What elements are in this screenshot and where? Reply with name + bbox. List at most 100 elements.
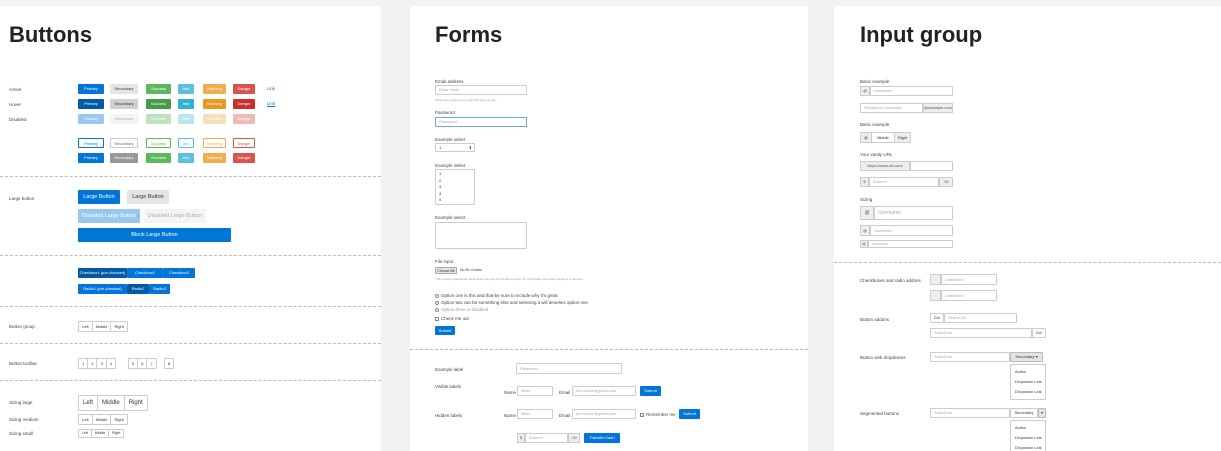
name-input[interactable]: Miles [517,386,553,396]
segmented-secondary-button[interactable]: Secondary [1010,408,1038,418]
success-button-2[interactable]: Success [146,153,171,163]
toolbar-button[interactable]: 6 [138,359,148,368]
radio-username-input[interactable]: Username [941,290,997,301]
danger-button-2[interactable]: Danger [233,153,255,163]
small-right-button[interactable]: Right [109,430,123,437]
warning-outline-button[interactable]: Warning [203,138,226,148]
small-middle-button[interactable]: Middle [92,430,110,437]
toolbar-button[interactable]: 2 [88,359,98,368]
multi-select[interactable]: 1 2 3 4 5 [435,169,475,205]
warning-button[interactable]: Warning [203,84,226,94]
transfer-cash-button[interactable]: Transfer Cash [584,433,620,443]
username-input-small[interactable]: Username [868,240,953,248]
amount-input[interactable]: Amount [525,433,568,443]
checkbox-button-1[interactable]: Checkbox1 (pre-checked) [78,268,127,278]
group-right-button[interactable]: Right [111,322,126,331]
warning-button-2[interactable]: Warning [203,153,226,163]
checkbox-button-3[interactable]: Checkbox3 [163,268,195,278]
radio-option-1[interactable]: Option one is this and that-be sure to i… [435,293,558,298]
toolbar-button[interactable]: 1 [79,359,89,368]
info-hover-button[interactable]: Info [178,99,194,109]
menu-item-link[interactable]: Dropdown Link [1011,433,1045,443]
secondary-dropdown-button[interactable]: Secondary ▾ [1010,352,1043,362]
password-input[interactable]: Password [435,117,527,127]
username-input-large[interactable]: Username [874,206,953,220]
caret-down-icon[interactable]: ▾ [1038,408,1046,418]
menu-item-action[interactable]: Action [1011,423,1045,433]
email-input-inline[interactable]: ed.morton@gmail.com [572,386,636,396]
success-outline-button[interactable]: Success [146,138,171,148]
large-right-button[interactable]: Right [125,396,147,410]
checkbox-username-input[interactable]: Username [941,274,997,285]
toolbar-button[interactable]: 7 [147,359,155,368]
secondary-button[interactable]: Secondary [110,84,138,94]
large-middle-button[interactable]: Middle [98,396,125,410]
toolbar-button[interactable]: 8 [165,359,173,368]
menu-item-link[interactable]: Dropdown Link [1011,377,1045,387]
segmented-search-input[interactable]: Search for [930,408,1010,418]
menu-item-action[interactable]: Action [1011,367,1045,377]
radio-option-2[interactable]: Option two can be something else and sel… [435,300,588,305]
amount-input[interactable]: Amount [869,177,939,187]
radio-addon[interactable] [930,290,941,301]
name-input-hidden[interactable]: Miles [517,409,553,419]
go-button[interactable]: Go! [930,313,944,323]
primary-button[interactable]: Primary [78,84,104,94]
choose-file-button[interactable]: Choose file [435,267,457,274]
vanity-url-input[interactable] [910,161,953,171]
search-dropdown-input[interactable]: Search for [930,352,1010,362]
medium-left-button[interactable]: Left [79,415,93,424]
secondary-hover-button[interactable]: Secondary [110,99,138,109]
submit-button[interactable]: Submit [435,326,455,335]
info-button[interactable]: Info [178,84,194,94]
submit-button-hidden[interactable]: Submit [679,409,700,419]
medium-right-button[interactable]: Right [111,415,126,424]
secondary-button-2[interactable]: Secondary [110,153,138,163]
menu-item-link[interactable]: Dropdown Link [1011,443,1045,451]
block-large-button[interactable]: Block Large Button [78,228,231,242]
check-me-out[interactable]: Check me out [435,316,469,321]
large-secondary-button[interactable]: Large Button [127,190,169,204]
success-button[interactable]: Success [146,84,171,94]
example-table-input[interactable]: Password [516,363,622,374]
go-button-2[interactable]: Go! [1032,328,1046,338]
email-input[interactable]: Enter email [435,85,527,95]
toolbar-button[interactable]: 4 [107,359,115,368]
link-button[interactable]: Link [264,84,278,94]
group-middle-button[interactable]: Middle [93,322,112,331]
toolbar-button[interactable]: 3 [97,359,107,368]
example-select[interactable]: 1 ⬍ [435,143,475,152]
primary-button-2[interactable]: Primary [78,153,104,163]
remember-me-checkbox[interactable]: Remember me [640,412,676,417]
example-textarea[interactable] [435,222,527,249]
checkbox-addon[interactable] [930,274,941,285]
search-input-2[interactable]: Search for [930,328,1032,338]
search-input[interactable]: Search for [944,313,1017,323]
primary-outline-button[interactable]: Primary [78,138,104,148]
secondary-outline-button[interactable]: Secondary [110,138,138,148]
group-left-button[interactable]: Left [79,322,93,331]
username-input-medium[interactable]: Username [870,225,953,236]
menu-item-link[interactable]: Dropdown Link [1011,387,1045,397]
email-input-hidden[interactable]: ed.morton@gmail.com [572,409,636,419]
danger-outline-button[interactable]: Danger [233,138,255,148]
radio-button-2[interactable]: Radio2 [127,284,149,294]
large-primary-button[interactable]: Large Button [78,190,120,204]
recipient-input[interactable]: Recipient's username [860,103,923,113]
danger-button[interactable]: Danger [233,84,255,94]
username-input[interactable]: Username [870,86,953,96]
submit-button-visible[interactable]: Submit [640,386,661,396]
link-hover-button[interactable]: Link [264,99,278,109]
toolbar-button[interactable]: 5 [129,359,139,368]
info-outline-button[interactable]: Info [178,138,194,148]
warning-hover-button[interactable]: Warning [203,99,226,109]
success-hover-button[interactable]: Success [146,99,171,109]
danger-hover-button[interactable]: Danger [233,99,255,109]
info-button-2[interactable]: Info [178,153,194,163]
multi-option[interactable]: 5 [439,197,471,204]
checkbox-button-2[interactable]: Checkbox2 [127,268,163,278]
radio-button-3[interactable]: Radio3 [149,284,170,294]
small-left-button[interactable]: Left [79,430,92,437]
primary-hover-button[interactable]: Primary [78,99,104,109]
medium-middle-button[interactable]: Middle [93,415,112,424]
